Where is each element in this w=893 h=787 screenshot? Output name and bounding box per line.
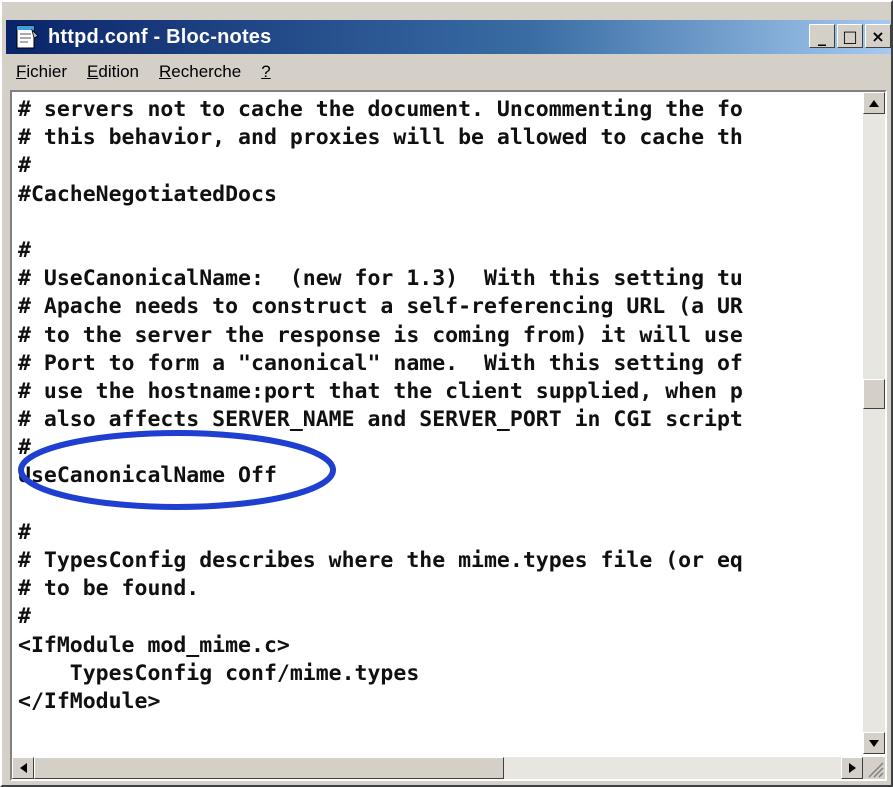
scroll-up-button[interactable] xyxy=(863,92,885,114)
title-bar[interactable]: httpd.conf - Bloc-notes _ □ × xyxy=(6,20,891,54)
menu-bar: Fichier Edition Recherche ? xyxy=(6,56,891,88)
document-line: # xyxy=(18,237,31,263)
document-line: # use the hostname:port that the client … xyxy=(18,378,743,404)
menu-fichier[interactable]: Fichier xyxy=(6,62,77,82)
document-line: # TypesConfig describes where the mime.t… xyxy=(18,548,743,573)
document-line: # to the server the response is coming f… xyxy=(18,322,743,348)
arrow-down-icon xyxy=(869,739,879,747)
document-line: # this behavior, and proxies will be all… xyxy=(18,125,743,151)
document-line: # also affects SERVER_NAME and SERVER_PO… xyxy=(18,407,743,433)
menu-recherche[interactable]: Recherche xyxy=(149,62,251,82)
menu-edition-label: dition xyxy=(98,62,139,81)
document-line: # Apache needs to construct a self-refer… xyxy=(18,294,743,320)
arrow-right-icon xyxy=(848,763,856,773)
maximize-button[interactable]: □ xyxy=(837,24,863,48)
maximize-icon: □ xyxy=(842,26,858,46)
menu-recherche-mnemonic: R xyxy=(159,62,172,81)
document-line: # to be found. xyxy=(18,576,200,602)
horizontal-scrollbar[interactable] xyxy=(12,757,863,779)
minimize-button[interactable]: _ xyxy=(809,24,835,48)
menu-edition[interactable]: Edition xyxy=(77,62,149,82)
notepad-icon xyxy=(16,25,39,49)
document-line: UseCanonicalName Off xyxy=(18,463,277,489)
menu-help-mnemonic: ? xyxy=(261,62,271,81)
horizontal-scroll-thumb[interactable] xyxy=(34,757,504,779)
close-button[interactable]: × xyxy=(865,24,891,48)
document-line: # Port to form a "canonical" name. With … xyxy=(18,350,743,376)
document-line: # servers not to cache the document. Unc… xyxy=(18,97,743,122)
window-controls: _ □ × xyxy=(809,24,891,48)
document-line: <IfModule mod_mime.c> xyxy=(18,632,290,658)
menu-fichier-label: ichier xyxy=(26,62,68,81)
minimize-icon: _ xyxy=(818,26,826,46)
document-line: TypesConfig conf/mime.types xyxy=(18,660,420,686)
document-line: </IfModule> xyxy=(18,688,161,714)
document-line: # UseCanonicalName: (new for 1.3) With t… xyxy=(18,266,743,292)
notepad-window: httpd.conf - Bloc-notes _ □ × Fichier Ed… xyxy=(0,0,893,787)
document-line: # xyxy=(18,153,31,179)
menu-edition-mnemonic: E xyxy=(87,62,99,81)
scroll-right-button[interactable] xyxy=(841,757,863,779)
menu-help[interactable]: ? xyxy=(251,62,280,82)
document-line: # xyxy=(18,435,31,461)
arrow-left-icon xyxy=(19,763,27,773)
size-grip[interactable] xyxy=(863,757,885,779)
menu-fichier-mnemonic: F xyxy=(16,62,27,81)
window-title: httpd.conf - Bloc-notes xyxy=(48,25,272,48)
close-icon: × xyxy=(871,26,885,46)
vertical-scrollbar[interactable] xyxy=(863,92,885,754)
document-text[interactable]: # servers not to cache the document. Unc… xyxy=(18,96,864,746)
document-line: # xyxy=(18,604,31,630)
text-editor[interactable]: # servers not to cache the document. Unc… xyxy=(10,90,887,781)
document-line: # xyxy=(18,519,31,545)
scroll-down-button[interactable] xyxy=(863,732,885,754)
scroll-left-button[interactable] xyxy=(12,757,34,779)
vertical-scroll-thumb[interactable] xyxy=(863,378,885,409)
resize-grip-icon xyxy=(868,762,884,778)
document-line: #CacheNegotiatedDocs xyxy=(18,181,277,207)
menu-recherche-label: echerche xyxy=(171,62,242,81)
arrow-up-icon xyxy=(869,99,879,107)
